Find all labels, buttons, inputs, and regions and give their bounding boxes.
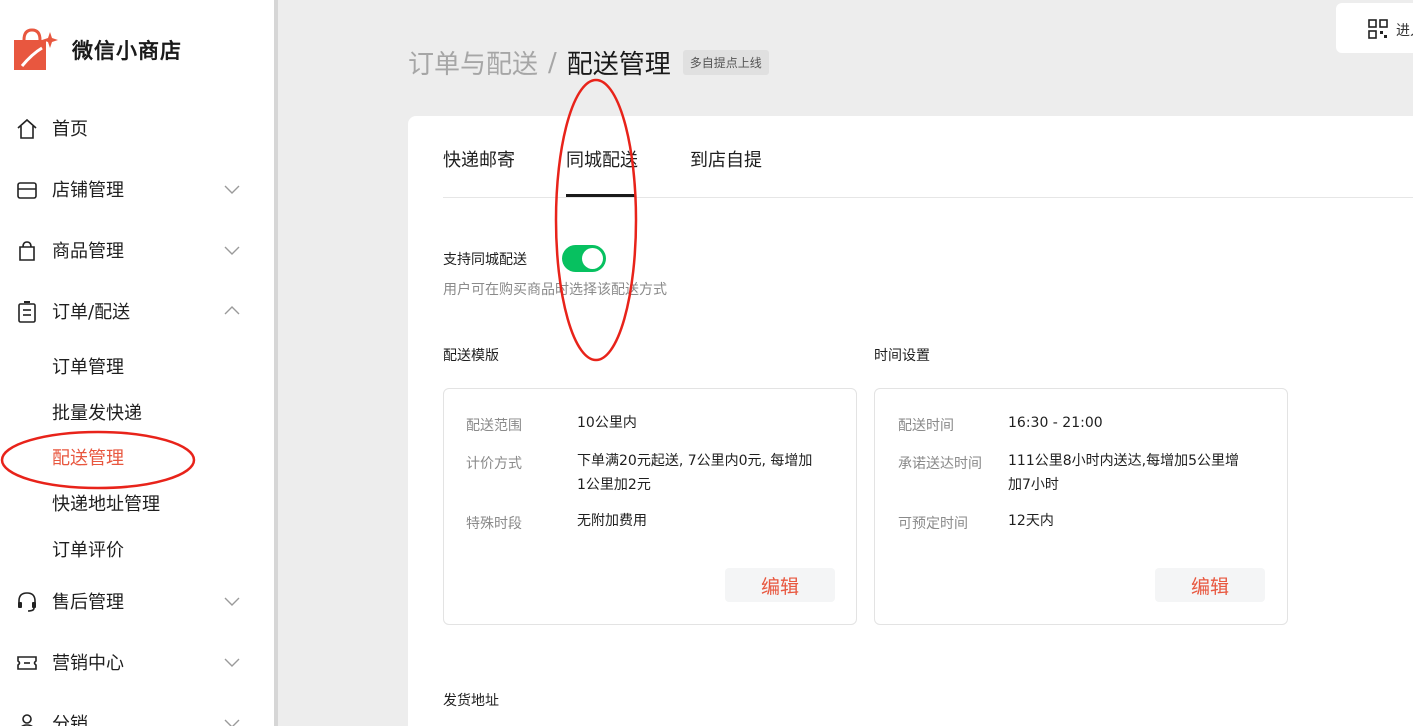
enter-button[interactable]: 进入 (1336, 3, 1413, 53)
sidebar-item-distribution[interactable]: 分销 (0, 703, 274, 726)
time-edit-button[interactable]: 编辑 (1155, 568, 1265, 602)
delivery-time-key: 配送时间 (898, 418, 954, 434)
sidebar-subitem-order-reviews[interactable]: 订单评价 (52, 536, 124, 562)
promise-time-value-line2: 加7小时 (1008, 477, 1059, 493)
qrcode-icon (1368, 19, 1388, 39)
bag-icon (16, 240, 38, 262)
feature-tag[interactable]: 多自提点上线 (682, 50, 769, 75)
sidebar-item-marketing[interactable]: 营销中心 (0, 642, 274, 682)
breadcrumb-separator: / (548, 47, 557, 78)
template-section-title: 配送模版 (443, 348, 499, 364)
sidebar: 微信小商店 首页 店铺管理 商品管理 订单/配送 订单管理 批量发快递 配送管理… (0, 0, 278, 726)
sidebar-subitem-batch-express[interactable]: 批量发快递 (52, 399, 142, 425)
range-value: 10公里内 (577, 415, 637, 431)
sidebar-item-label: 首页 (52, 119, 88, 140)
pricing-value-line2: 1公里加2元 (577, 477, 651, 493)
chevron-down-icon (223, 714, 241, 726)
chevron-down-icon (223, 241, 241, 259)
tab-store-pickup[interactable]: 到店自提 (690, 146, 762, 172)
sidebar-subitem-order-management[interactable]: 订单管理 (52, 353, 124, 379)
headset-icon (16, 591, 38, 613)
sidebar-item-label: 订单/配送 (52, 302, 131, 323)
special-period-key: 特殊时段 (466, 516, 522, 532)
chevron-down-icon (223, 653, 241, 671)
tab-city-delivery[interactable]: 同城配送 (566, 146, 638, 172)
sidebar-item-products[interactable]: 商品管理 (0, 230, 274, 270)
time-section-title: 时间设置 (874, 348, 930, 364)
chevron-down-icon (223, 180, 241, 198)
chevron-down-icon (223, 592, 241, 610)
range-key: 配送范围 (466, 418, 522, 434)
sidebar-item-label: 店铺管理 (52, 180, 124, 201)
pricing-key: 计价方式 (466, 456, 522, 472)
sidebar-subitem-delivery-management[interactable]: 配送管理 (52, 444, 124, 470)
delivery-time-value: 16:30 - 21:00 (1008, 415, 1103, 431)
app-logo[interactable]: 微信小商店 (12, 26, 182, 74)
shop-bag-icon (12, 26, 58, 74)
store-icon (16, 179, 38, 201)
time-panel: 配送时间 16:30 - 21:00 承诺送达时间 111公里8小时内送达,每增… (874, 388, 1288, 625)
template-edit-button[interactable]: 编辑 (725, 568, 835, 602)
sidebar-item-orders[interactable]: 订单/配送 (0, 291, 274, 331)
home-icon (16, 118, 38, 140)
page-title: 配送管理 (566, 50, 671, 80)
sidebar-subitem-express-address[interactable]: 快递地址管理 (52, 490, 160, 516)
clipboard-icon (16, 301, 38, 323)
sidebar-item-label: 营销中心 (52, 653, 124, 674)
ship-address-title: 发货地址 (443, 693, 499, 709)
app-name: 微信小商店 (72, 39, 182, 63)
sidebar-item-home[interactable]: 首页 (0, 108, 274, 148)
reserve-time-value: 12天内 (1008, 513, 1054, 529)
special-period-value: 无附加费用 (577, 513, 647, 529)
enter-button-label: 进入 (1396, 23, 1413, 39)
city-delivery-toggle[interactable] (562, 245, 606, 272)
toggle-knob (582, 248, 603, 269)
person-icon (16, 713, 38, 726)
tab-express[interactable]: 快递邮寄 (443, 146, 515, 172)
city-delivery-label: 支持同城配送 (443, 252, 527, 268)
template-panel: 配送范围 10公里内 计价方式 下单满20元起送, 7公里内0元, 每增加 1公… (443, 388, 857, 625)
promise-time-value-line1: 111公里8小时内送达,每增加5公里增 (1008, 453, 1239, 469)
sidebar-item-label: 商品管理 (52, 241, 124, 262)
chevron-up-icon (223, 302, 241, 320)
pricing-value-line1: 下单满20元起送, 7公里内0元, 每增加 (577, 453, 813, 469)
reserve-time-key: 可预定时间 (898, 516, 968, 532)
sidebar-item-store[interactable]: 店铺管理 (0, 169, 274, 209)
promise-time-key: 承诺送达时间 (898, 456, 982, 472)
breadcrumb: 订单与配送 / 配送管理 多自提点上线 (408, 44, 769, 81)
city-delivery-desc: 用户可在购买商品时选择该配送方式 (443, 282, 667, 298)
tab-divider (443, 197, 1413, 198)
breadcrumb-parent[interactable]: 订单与配送 (408, 44, 538, 81)
sidebar-item-after-sales[interactable]: 售后管理 (0, 581, 274, 621)
sidebar-item-label: 售后管理 (52, 592, 124, 613)
sidebar-item-label: 分销 (52, 714, 88, 726)
ticket-icon (16, 652, 38, 674)
